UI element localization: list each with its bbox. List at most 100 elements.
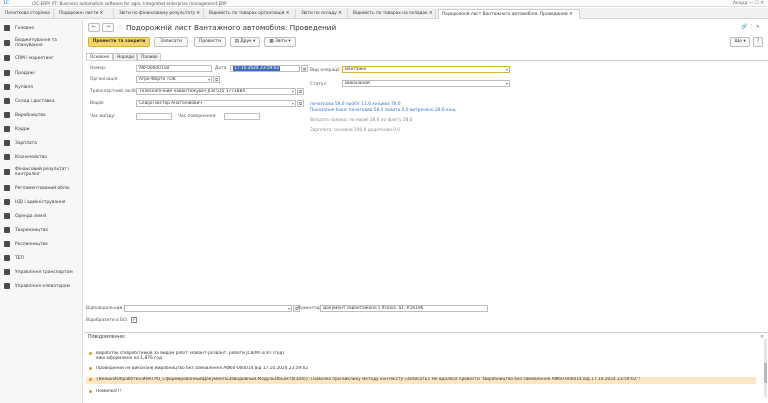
sidebar-item-production[interactable]: Виробництво [0,111,83,119]
app-logo-icon: 1С [3,1,10,6]
chevron-down-icon: ▾ [505,81,508,86]
tab-waybills[interactable]: Подорожні листи ✕ [56,9,114,19]
warning-icon [89,352,92,355]
tab-home[interactable]: Початкова сторінка [2,9,54,19]
plant-icon [4,241,10,247]
sidebar-item-elevator[interactable]: Управління елеватором [0,282,83,290]
message-item[interactable]: Проведений не виконане Виробництво без з… [86,366,756,372]
sidebar-item-sales[interactable]: Продажі [0,69,83,77]
sidebar-item-salary[interactable]: Зарплата [0,139,83,147]
sidebar-item-crm[interactable]: CRM і маркетинг [0,54,83,62]
vehicle-label: Транспортний засіб: [90,89,138,94]
reports-button[interactable]: ▦ Звіти ▾ [264,37,296,47]
sidebar-item-admin[interactable]: НДІ і адміністрування [0,198,83,206]
tab-current-waybill[interactable]: Подорожній лист Вантажного автомобіля: П… [438,9,580,19]
sales-icon [4,70,10,76]
open-icon[interactable]: ⧉ [297,100,304,107]
reflect-checkbox[interactable]: ✓ [131,317,137,323]
save-button[interactable]: Записати [154,37,188,47]
truck-icon [4,269,10,275]
tab-warehouse-goods[interactable]: Відомість по товарах на складах ✕ [350,9,436,19]
tab-warehouse-reports[interactable]: Звіти по складу ✕ [298,9,348,19]
status-select[interactable]: Виконаний ▾ [342,80,510,87]
sidebar-item-financial[interactable]: Фінансовий результат і контролінг [0,166,83,178]
org-field[interactable]: Агро-Форте ТОВ ▾ [136,76,212,83]
forward-button[interactable]: → [102,23,114,32]
sidebar-item-land-rent[interactable]: Оренда землі [0,212,83,220]
open-icon[interactable]: ⧉ [297,88,304,95]
back-button[interactable]: ← [88,23,100,32]
sidebar-item-regulated[interactable]: Регламентований облік [0,184,83,192]
elevator-icon [4,283,10,289]
sidebar-item-livestock[interactable]: Тваринництво [0,226,83,234]
comment-label: Коментар: [298,306,323,311]
op-type-select[interactable]: Вантажні ▾ [342,66,510,73]
tep-icon [4,255,10,261]
responsible-label: Відповідальний: [86,306,124,311]
scrollbar-thumb[interactable] [764,363,767,383]
return-time-label: Час повернення: [178,114,217,119]
chevron-down-icon: ▾ [291,101,294,106]
depart-time-field[interactable]: : [136,113,172,120]
tab-financial-reports[interactable]: Звіти по фінансовому результату ✕ [116,9,204,19]
factory-icon [4,112,10,118]
sidebar-item-hr[interactable]: Кадри [0,125,83,133]
message-item[interactable]: Виробіток співробітників за видом робіт:… [86,351,756,361]
message-item[interactable]: Помилка!!! [86,389,756,395]
land-icon [4,213,10,219]
post-button[interactable]: Провести [194,37,226,47]
more-button[interactable]: Ще ▾ [730,37,750,47]
post-and-close-button[interactable]: Провести та закрити [88,37,150,47]
sidebar: Головне Бюджетування та планування CRM і… [0,20,83,403]
fuel-consumption-info: Витрата палива: по нормі 28,6 по факту 2… [310,118,413,123]
responsible-field[interactable]: ▾ [124,305,292,312]
calendar-icon[interactable]: ▦ [301,65,308,72]
ledger-icon [4,185,10,191]
window-titlebar: 1С (1С:ERP) УТ: Business automation soft… [0,0,768,7]
warning-icon [89,390,92,393]
tab-divider [86,60,768,61]
number-field[interactable]: АФ-00000158 [136,65,212,72]
page-title: Подорожній лист Вантажного автомобіля: П… [126,23,337,32]
warning-icon [89,367,92,370]
chart-icon [4,169,10,175]
budget-icon [4,40,10,46]
driver-label: Водій: [90,101,105,106]
org-label: Організація: [90,77,119,82]
depart-time-label: Час виїзду: [90,114,116,119]
messages-title: Повідомлення: [88,335,126,340]
favorite-star-icon[interactable]: ☆ [117,23,123,32]
sidebar-item-warehouse[interactable]: Склад і доставка [0,97,83,105]
messages-panel: Повідомлення: × Виробіток співробітників… [84,332,768,403]
chevron-down-icon: ▾ [207,77,210,82]
sidebar-item-purchases[interactable]: Купівля [0,83,83,91]
print-button[interactable]: ▤ Друк ▾ [230,37,260,47]
sidebar-item-main[interactable]: Головне [0,24,83,32]
sidebar-item-budgeting[interactable]: Бюджетування та планування [0,37,83,49]
error-icon [89,378,92,381]
sidebar-item-treasury[interactable]: Казначейство [0,153,83,161]
message-item-selected[interactable]: {ВнешняОбработка.ИНАГРО_СформированныйДо… [86,377,756,384]
window-title: (1С:ERP) УТ: Business automation softwar… [32,1,227,6]
date-label: Дата: [215,66,228,71]
date-field[interactable]: 17.10.2024 23:59:02 [230,65,300,72]
sidebar-item-transport[interactable]: Управління транспортом [0,268,83,276]
coin-icon [4,154,10,160]
tab-org-goods[interactable]: Відомість по товарах організацій ✕ [206,9,296,19]
driver-field[interactable]: Сквірн Віктор Анатолійович ▾ [136,100,296,107]
help-button[interactable]: ? [753,37,763,47]
open-icon[interactable]: ⧉ [213,76,220,83]
sidebar-item-crops[interactable]: Рослинництво [0,240,83,248]
window-controls[interactable]: Акорд — ☐ ✕ [733,0,764,7]
vehicle-field[interactable]: Телескопічний навантажувач JCB 535 3773B… [136,88,296,95]
cart-icon [4,84,10,90]
reflect-label: Відобразити в БО: [86,318,129,323]
salary-icon [4,140,10,146]
sidebar-item-tep[interactable]: ТЕП [0,254,83,262]
menu-icon [4,25,10,31]
fuel-tank-info: Показання бака: початкова 58,1 залито 0,… [310,108,457,113]
comment-field[interactable]: Документ завантажено з Ifconio. ID: #161… [320,305,488,312]
messages-scrollbar[interactable] [764,339,767,397]
form-actions[interactable]: 🔗 ⋮ ✕ [741,24,760,30]
return-time-field[interactable]: : [224,113,260,120]
